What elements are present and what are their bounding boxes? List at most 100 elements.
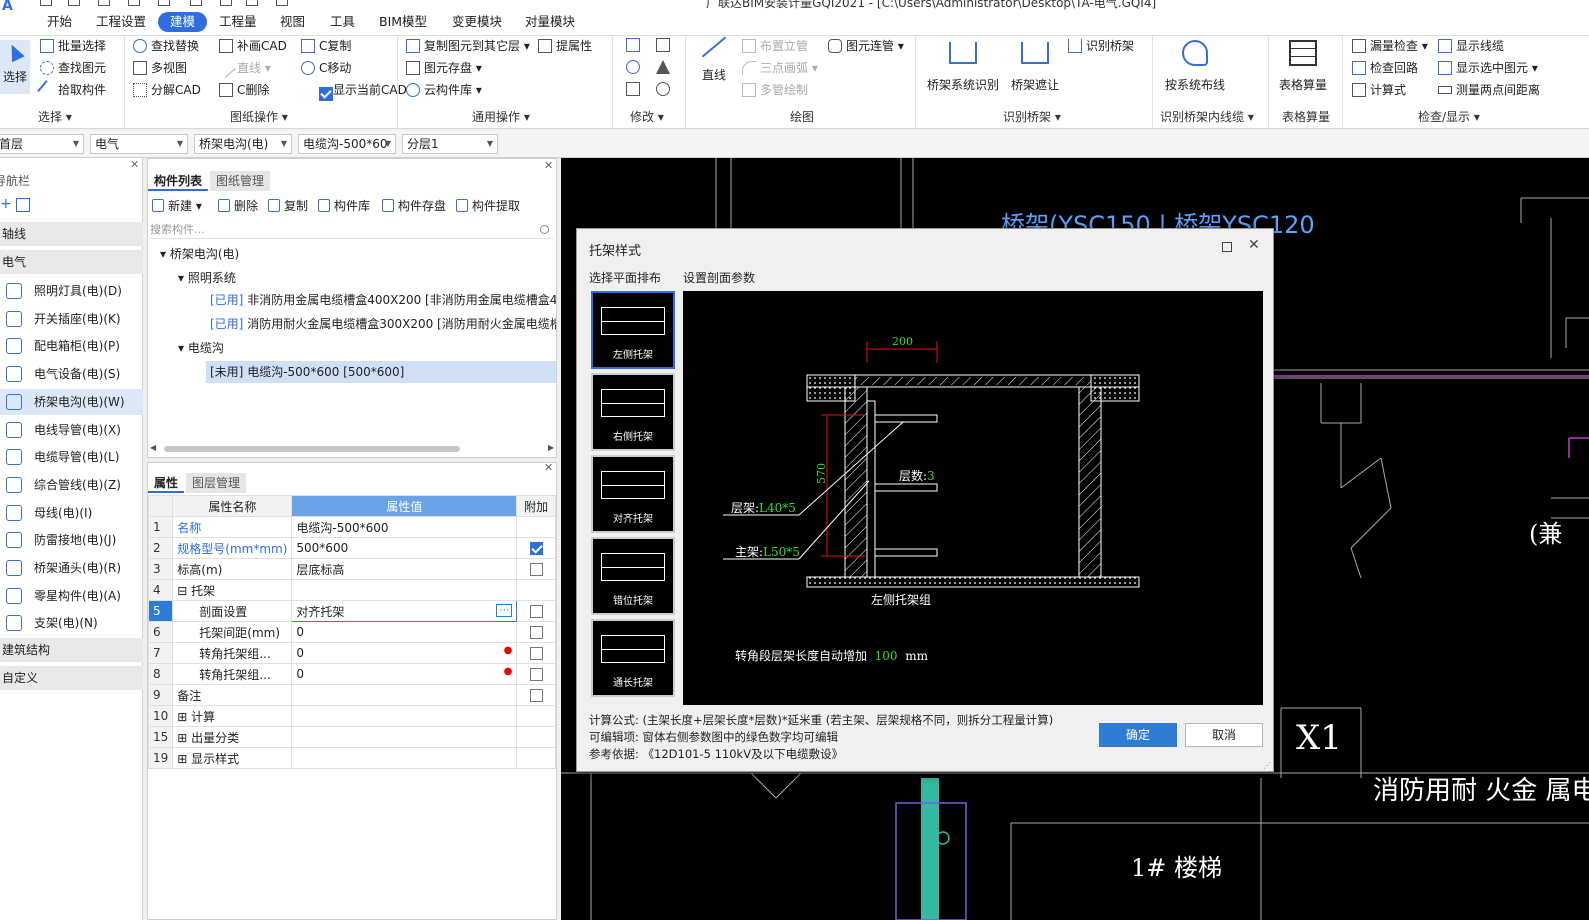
tree-group-lighting[interactable]: ▾ 照明系统 bbox=[178, 267, 236, 289]
right-tray-option[interactable]: 右侧托架 bbox=[591, 373, 675, 451]
menu-tools[interactable]: 工具 bbox=[330, 12, 355, 32]
nav-item[interactable]: 防雷接地(电)(J) bbox=[0, 527, 143, 553]
tree-item[interactable]: [已用] 非消防用金属电缆槽盒400X200 [非消防用金属电缆槽盒400 bbox=[210, 289, 556, 311]
discipline-select[interactable]: 电气 ▼ bbox=[90, 134, 188, 154]
expand-toggle-icon[interactable]: ⊞ bbox=[177, 710, 191, 724]
line-button[interactable]: 直线 ▾ bbox=[216, 58, 271, 78]
tree-item-selected[interactable]: [未用] 电缆沟-500*600 [500*600] bbox=[206, 361, 556, 383]
tab-component-list[interactable]: 构件列表 bbox=[148, 171, 209, 191]
nav-item[interactable]: 开关插座(电)(K) bbox=[0, 306, 143, 332]
tab-properties[interactable]: 属性 bbox=[148, 473, 185, 493]
find-replace-button[interactable]: 查找替换 bbox=[133, 36, 199, 56]
property-value-cell[interactable]: 0 bbox=[291, 621, 518, 643]
menu-change-module[interactable]: 变更模块 bbox=[452, 12, 502, 32]
tree-root[interactable]: ▾ 桥架电沟(电) bbox=[160, 243, 239, 265]
search-icon[interactable] bbox=[540, 225, 549, 234]
element-connect-pipe-button[interactable]: 图元连管 ▾ bbox=[828, 36, 904, 56]
property-value-cell[interactable] bbox=[291, 747, 518, 769]
table-calc-button[interactable]: 表格算量 bbox=[1276, 40, 1330, 93]
extra-checkbox[interactable] bbox=[529, 668, 543, 681]
find-element-button[interactable]: 查找图元 bbox=[40, 58, 106, 78]
property-row[interactable]: 19 ⊞ 显示样式 bbox=[147, 747, 556, 769]
property-row[interactable]: 10 ⊞ 计算 bbox=[147, 705, 556, 727]
modify-flip-icon[interactable] bbox=[656, 60, 670, 74]
extra-checkbox[interactable] bbox=[529, 626, 543, 639]
tab-layer-management[interactable]: 图层管理 bbox=[186, 473, 247, 493]
property-row[interactable]: 8 转角托架组... 0 ● bbox=[147, 663, 556, 685]
c-copy-button[interactable]: C复制 bbox=[301, 36, 351, 56]
shelf-spec-value[interactable]: L40*5 bbox=[759, 501, 796, 515]
quick-access-toolbar[interactable] bbox=[40, 0, 320, 8]
nav-add-icon[interactable]: + bbox=[0, 196, 12, 212]
tree-item[interactable]: [已用] 消防用耐火金属电缆槽盒300X200 [消防用耐火金属电缆槽 bbox=[210, 313, 556, 335]
menu-bim-model[interactable]: BIM模型 bbox=[379, 12, 427, 32]
property-value-cell[interactable]: 0 ● bbox=[291, 663, 518, 685]
nav-item[interactable]: 电线导管(电)(X) bbox=[0, 417, 143, 443]
property-value-cell[interactable] bbox=[291, 726, 518, 748]
show-selected-element-button[interactable]: 显示选中图元 ▾ bbox=[1438, 58, 1538, 78]
nav-item[interactable]: 综合管线(电)(Z) bbox=[0, 472, 143, 498]
multi-view-button[interactable]: 多视图 bbox=[133, 58, 187, 78]
expand-toggle-icon[interactable]: ⊞ bbox=[177, 731, 191, 745]
nav-header-axis[interactable]: 轴线 bbox=[0, 222, 143, 246]
menu-modeling[interactable]: 建模 bbox=[158, 12, 208, 32]
pick-component-button[interactable]: 拾取构件 bbox=[37, 80, 106, 100]
floor-select[interactable]: 首层 ▼ bbox=[0, 134, 84, 154]
dim-height-value[interactable]: 570 bbox=[815, 463, 828, 484]
missing-check-button[interactable]: 漏量检查 ▾ bbox=[1352, 36, 1428, 56]
select-button[interactable]: 选择 bbox=[0, 40, 30, 94]
component-library-button[interactable]: 构件库 bbox=[316, 197, 370, 215]
identify-tray-button[interactable]: 识别桥架 bbox=[1068, 36, 1134, 56]
calc-formula-button[interactable]: 计算式 bbox=[1352, 80, 1406, 100]
nav-item[interactable]: 电气设备(电)(S) bbox=[0, 361, 143, 387]
expand-toggle-icon[interactable]: ⊟ bbox=[177, 584, 191, 598]
nav-item[interactable]: 桥架电沟(电)(W) bbox=[0, 388, 143, 415]
nav-edit-icon[interactable] bbox=[16, 198, 30, 212]
cancel-button[interactable]: 取消 bbox=[1185, 723, 1263, 747]
modify-mirror-icon[interactable] bbox=[656, 38, 670, 52]
property-value-cell[interactable]: 500*600 bbox=[291, 537, 518, 559]
layers-value[interactable]: 3 bbox=[927, 469, 935, 483]
menu-reconcile-module[interactable]: 对量模块 bbox=[525, 12, 575, 32]
extra-checkbox[interactable] bbox=[529, 542, 543, 555]
copy-to-other-layer-button[interactable]: 复制图元到其它层 ▾ bbox=[406, 36, 530, 56]
property-value-cell[interactable]: 对齐托架 ⋯ bbox=[291, 600, 518, 622]
tree-group-cable-trench[interactable]: ▾ 电缆沟 bbox=[178, 337, 224, 359]
expand-toggle-icon[interactable]: ⊞ bbox=[177, 752, 191, 766]
main-frame-spec-value[interactable]: L50*5 bbox=[763, 545, 800, 559]
new-button[interactable]: 新建 ▾ bbox=[150, 197, 202, 215]
aligned-tray-option[interactable]: 对齐托架 bbox=[591, 455, 675, 533]
extra-checkbox[interactable] bbox=[529, 647, 543, 660]
supplement-cad-button[interactable]: 补画CAD bbox=[219, 36, 287, 56]
menu-start[interactable]: 开始 bbox=[47, 12, 72, 32]
property-value-cell[interactable]: 电缆沟-500*600 bbox=[291, 516, 518, 538]
show-current-cad-checkbox[interactable]: 显示当前CAD bbox=[301, 80, 407, 101]
component-select[interactable]: 电缆沟-500*60 ▼ bbox=[298, 134, 396, 154]
property-row[interactable]: 6 托架间距(mm) 0 bbox=[147, 621, 556, 643]
horizontal-scrollbar[interactable]: ◀ ▶ bbox=[150, 443, 554, 455]
nav-item[interactable]: 支架(电)(N) bbox=[0, 610, 143, 636]
extra-checkbox[interactable] bbox=[529, 689, 543, 702]
c-move-button[interactable]: C移动 bbox=[301, 58, 351, 78]
check-loop-button[interactable]: 检查回路 bbox=[1352, 58, 1418, 78]
dim-width-value[interactable]: 200 bbox=[892, 335, 913, 348]
property-row[interactable]: 15 ⊞ 出量分类 bbox=[147, 726, 556, 748]
property-row[interactable]: 4⊟ 托架● bbox=[147, 579, 556, 601]
staggered-tray-option[interactable]: 错位托架 bbox=[591, 537, 675, 615]
show-cable-button[interactable]: 显示线缆 bbox=[1438, 36, 1504, 56]
menu-view[interactable]: 视图 bbox=[280, 12, 305, 32]
maximize-icon[interactable] bbox=[1222, 242, 1232, 252]
section-drawing[interactable]: 200 570 层数:3 层架:L40*5 主架:L50*5 左侧托架组 转角段… bbox=[683, 291, 1263, 705]
extract-property-button[interactable]: 提属性 bbox=[538, 36, 592, 56]
copy-button[interactable]: 复制 bbox=[266, 197, 308, 215]
component-save-button[interactable]: 构件存盘 bbox=[380, 197, 446, 215]
property-row[interactable]: 3 标高(m) 层底标高 bbox=[147, 558, 556, 580]
tab-drawing-management[interactable]: 图纸管理 bbox=[210, 171, 271, 191]
nav-item[interactable]: 配电箱柜(电)(P) bbox=[0, 333, 143, 359]
nav-close-icon[interactable]: ✕ bbox=[130, 158, 139, 171]
c-delete-button[interactable]: C删除 bbox=[219, 80, 269, 100]
three-point-arc-button[interactable]: 三点画弧 ▾ bbox=[742, 58, 818, 78]
component-extract-button[interactable]: 构件提取 bbox=[454, 197, 520, 215]
property-value-cell[interactable] bbox=[291, 705, 518, 727]
corner-increase-value[interactable]: 100 bbox=[875, 649, 898, 663]
